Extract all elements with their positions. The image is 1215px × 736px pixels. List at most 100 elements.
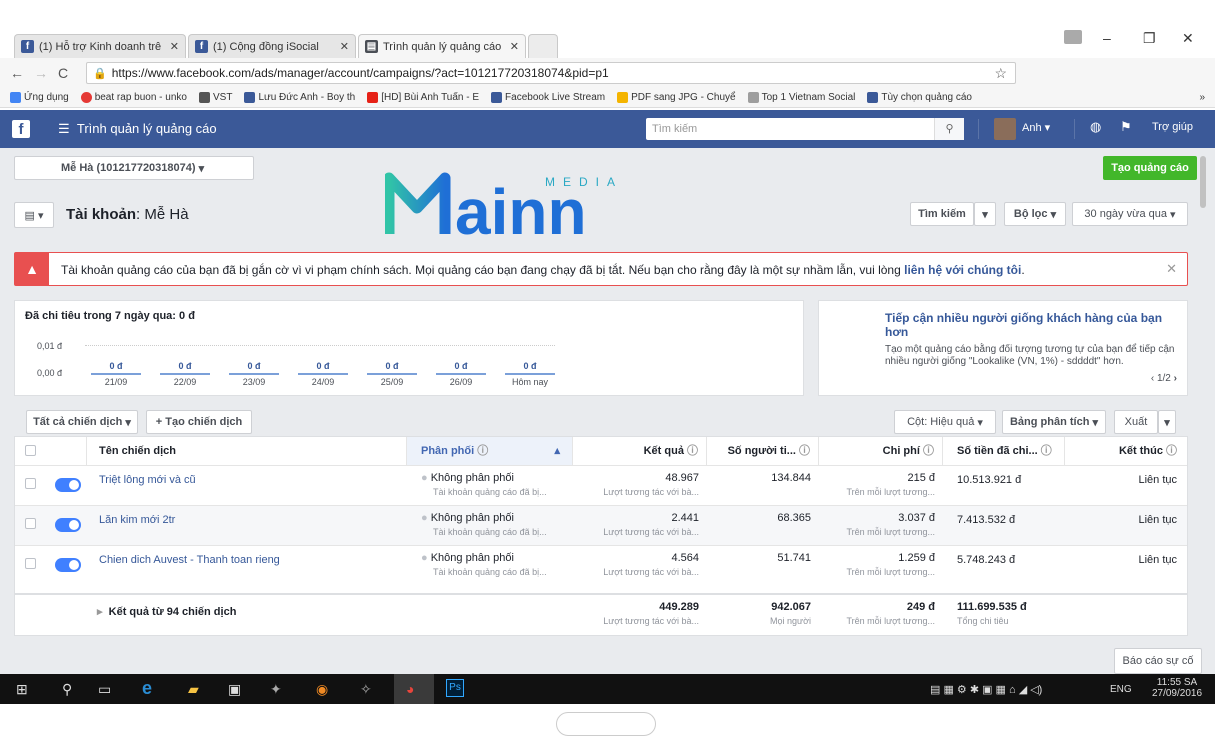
promo-title[interactable]: Tiếp cận nhiều người giống khách hàng củ… (885, 311, 1175, 339)
create-campaign-button[interactable]: + Tạo chiến dịch (146, 410, 252, 434)
col-campaign-name[interactable]: Tên chiến dịch (87, 437, 407, 465)
scrollbar-thumb[interactable] (1200, 156, 1206, 208)
campaign-toggle[interactable] (55, 518, 81, 532)
restore-icon[interactable]: ❐ (1143, 30, 1156, 47)
search-button[interactable]: Tìm kiếm (910, 202, 974, 226)
total-label[interactable]: ▸ Kết quả từ 94 chiến dịch (97, 605, 236, 618)
minimize-icon[interactable]: – (1103, 30, 1111, 46)
col-delivery[interactable]: Phân phối ⓘ ▴ (407, 437, 573, 465)
search-icon[interactable]: ⚲ (934, 118, 964, 140)
more-bookmarks-icon[interactable]: » (1199, 92, 1205, 103)
reach-cell: 134.844 (771, 472, 811, 484)
help-link[interactable]: Trợ giúp (1152, 121, 1193, 133)
url-field[interactable]: 🔒 https://www.facebook.com/ads/manager/a… (86, 62, 1016, 84)
columns-dropdown[interactable]: Cột: Hiệu quả ▾ (894, 410, 996, 434)
row-checkbox[interactable] (25, 518, 36, 529)
new-tab-button[interactable] (528, 34, 558, 58)
user-menu[interactable]: Anh ▾ (1022, 121, 1050, 134)
promo-pager[interactable]: ‹ 1/2 › (1151, 373, 1177, 384)
row-checkbox[interactable] (25, 478, 36, 489)
col-label: Phân phối (421, 445, 475, 457)
app-icon[interactable]: ✦ (270, 681, 282, 698)
app-icon[interactable]: ✧ (360, 681, 372, 698)
plus-icon: + (155, 416, 163, 428)
forward-icon[interactable]: → (34, 65, 48, 81)
col-reach[interactable]: Số người ti... ⓘ (707, 437, 819, 465)
bookmark-item[interactable]: [HD] Bùi Anh Tuấn - E (367, 92, 479, 103)
file-explorer-icon[interactable]: ▰ (188, 681, 199, 698)
date-range-button[interactable]: 30 ngày vừa qua ▾ (1072, 202, 1188, 226)
delivery-sub: Tài khoản quảng cáo đã bị... (433, 567, 547, 577)
bookmark-item[interactable]: VST (198, 92, 232, 103)
bookmark-item[interactable]: beat rap buon - unko (80, 92, 187, 103)
col-amount-spent[interactable]: Số tiền đã chi... ⓘ (943, 437, 1065, 465)
bookmark-item[interactable]: Facebook Live Stream (491, 92, 605, 103)
tab-support[interactable]: f (1) Hỗ trợ Kinh doanh trê ✕ (14, 34, 186, 58)
campaign-name-link[interactable]: Chien dich Auvest - Thanh toan rieng (99, 554, 280, 566)
campaign-toggle[interactable] (55, 478, 81, 492)
bookmark-label: Tùy chọn quảng cáo (881, 92, 972, 103)
clock[interactable]: 11:55 SA 27/09/2016 (1146, 677, 1208, 699)
campaign-name-link[interactable]: Lăn kim mới 2tr (99, 514, 175, 526)
firefox-icon[interactable]: ◉ (316, 681, 328, 698)
bookmark-item[interactable]: PDF sang JPG - Chuyể (617, 92, 736, 103)
search-dropdown-icon[interactable]: ▾ (974, 202, 996, 226)
table-row[interactable]: Lăn kim mới 2tr ● Không phân phối Tài khoả… (15, 505, 1187, 545)
reload-icon[interactable]: C (58, 65, 68, 81)
back-icon[interactable]: ← (10, 65, 24, 81)
edge-icon[interactable]: e (142, 678, 152, 699)
task-view-icon[interactable]: ▭ (98, 681, 111, 698)
avatar[interactable] (994, 118, 1016, 140)
chevron-left-icon[interactable]: ‹ (1151, 373, 1154, 384)
report-problem-button[interactable]: Báo cáo sự cố (1114, 648, 1202, 674)
col-ends[interactable]: Kết thúc ⓘ (1065, 437, 1187, 465)
campaign-name-link[interactable]: Triệt lông mới và cũ (99, 474, 196, 486)
contact-us-link[interactable]: liên hệ với chúng tôi (904, 263, 1021, 277)
close-icon[interactable]: ✕ (1166, 261, 1177, 277)
table-row[interactable]: Chien dich Auvest - Thanh toan rieng ● Kh… (15, 545, 1187, 585)
windows-start-icon[interactable]: ⊞ (16, 681, 28, 698)
flag-icon[interactable]: ⚑ (1120, 119, 1132, 135)
tab-community[interactable]: f (1) Cộng đồng iSocial ✕ (188, 34, 356, 58)
window-close-icon[interactable]: ✕ (1182, 30, 1194, 47)
export-button[interactable]: Xuất (1114, 410, 1158, 434)
col-results[interactable]: Kết quả ⓘ (573, 437, 707, 465)
total-spent: 111.699.535 đ Tổng chi tiêu (957, 601, 1027, 626)
export-dropdown-icon[interactable]: ▾ (1158, 410, 1176, 434)
bookmark-item[interactable]: Top 1 Vietnam Social (747, 92, 855, 103)
close-icon[interactable]: ✕ (340, 40, 349, 53)
breakdown-dropdown[interactable]: Bảng phân tích ▾ (1002, 410, 1106, 434)
row-checkbox[interactable] (25, 558, 36, 569)
search-icon[interactable]: ⚲ (62, 681, 72, 698)
close-icon[interactable]: ✕ (170, 40, 179, 53)
bookmark-item[interactable]: Lưu Đức Anh - Boy th (244, 92, 355, 103)
bookmark-item[interactable]: Ứng dụng (10, 92, 69, 103)
profile-icon[interactable] (1064, 30, 1082, 44)
chevron-right-icon: ▸ (97, 606, 103, 618)
alert-text: Tài khoản quảng cáo của bạn đã bị gắn cờ… (61, 263, 901, 277)
tray-icons[interactable]: ▤ ▦ ⚙ ✱ ▣ ▦ ⌂ ◢ ◁) (930, 683, 1042, 696)
tab-ads-manager[interactable]: ▤ Trình quản lý quảng cáo ✕ (358, 34, 526, 58)
view-toggle-button[interactable]: ▤ ▾ (14, 202, 54, 228)
account-selector[interactable]: Mễ Hà (101217720318074) ▾ (14, 156, 254, 180)
ads-manager-menu[interactable]: ☰ Trình quản lý quảng cáo (58, 121, 217, 137)
filter-button[interactable]: Bộ lọc ▾ (1004, 202, 1066, 226)
divider (1074, 119, 1075, 139)
language-indicator[interactable]: ENG (1110, 684, 1132, 695)
col-cost[interactable]: Chi phí ⓘ (819, 437, 943, 465)
store-icon[interactable]: ▣ (228, 681, 241, 698)
all-campaigns-dropdown[interactable]: Tất cả chiến dịch ▾ (26, 410, 138, 434)
campaign-toggle[interactable] (55, 558, 81, 572)
chevron-right-icon[interactable]: › (1174, 373, 1177, 384)
photoshop-icon[interactable]: Ps (446, 679, 464, 697)
close-icon[interactable]: ✕ (510, 40, 519, 53)
bookmark-star-icon[interactable]: ☆ (994, 65, 1007, 82)
facebook-logo-icon[interactable]: f (12, 120, 30, 138)
table-row[interactable]: Triệt lông mới và cũ ● Không phân phối Tài… (15, 465, 1187, 505)
chrome-taskbar-item[interactable]: ◕ (394, 674, 434, 704)
bookmark-item[interactable]: Tùy chọn quảng cáo (867, 92, 972, 103)
create-ad-button[interactable]: Tạo quảng cáo (1103, 156, 1197, 180)
daily-spend-date: 22/09 (173, 377, 197, 387)
globe-icon[interactable]: ◍ (1090, 119, 1101, 135)
fb-search-input[interactable]: Tìm kiếm ⚲ (646, 118, 964, 140)
